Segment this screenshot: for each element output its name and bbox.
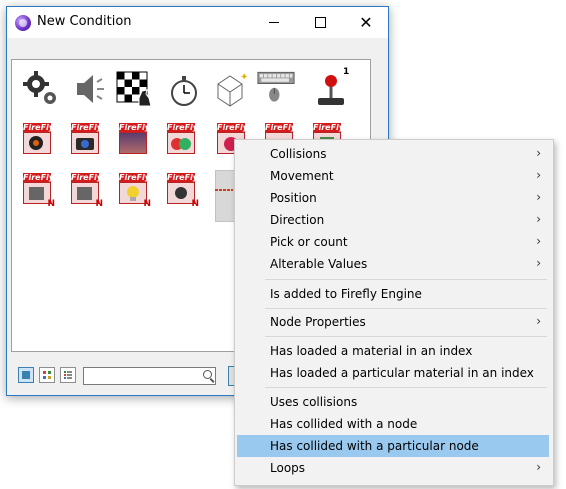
menu-item-loops[interactable]: Loops › (237, 457, 549, 479)
minimize-button[interactable] (251, 7, 297, 38)
cube-wand-icon[interactable]: ✦ (212, 70, 250, 108)
chevron-right-icon: › (536, 460, 541, 474)
menu-item-has-collided-with-node[interactable]: Has collided with a node (237, 413, 549, 435)
menu-item-position[interactable]: Position › (237, 187, 549, 209)
firefly-spheres-icon[interactable]: FireFly (167, 123, 195, 157)
window-title: New Condition (37, 14, 132, 29)
menu-separator (265, 336, 547, 337)
large-icons-icon (22, 371, 30, 379)
chevron-right-icon: › (536, 256, 541, 270)
joystick-player-badge: 1 (343, 67, 350, 77)
close-icon: ✕ (359, 12, 373, 32)
menu-item-direction[interactable]: Direction › (237, 209, 549, 231)
menu-item-pick-or-count[interactable]: Pick or count › (237, 231, 549, 253)
menu-item-movement[interactable]: Movement › (237, 165, 549, 187)
menu-item-uses-collisions[interactable]: Uses collisions (237, 391, 549, 413)
close-button[interactable]: ✕ (343, 7, 389, 38)
chevron-right-icon: › (536, 234, 541, 248)
minimize-icon (269, 22, 279, 23)
menu-item-has-loaded-particular-material[interactable]: Has loaded a particular material in an i… (237, 362, 549, 384)
chevron-right-icon: › (536, 168, 541, 182)
menu-item-collisions[interactable]: Collisions › (237, 143, 549, 165)
firefly-object-icon-1[interactable]: FireFly (23, 123, 51, 157)
menu-item-is-added-to-firefly-engine[interactable]: Is added to Firefly Engine (237, 283, 549, 305)
chevron-right-icon: › (536, 146, 541, 160)
app-icon (15, 15, 31, 31)
small-icons-view-button[interactable] (39, 367, 55, 383)
list-view-button[interactable] (60, 367, 76, 383)
small-icons-icon (43, 371, 51, 379)
firefly-sky-icon[interactable]: FireFly (119, 123, 147, 157)
firefly-particles-icon[interactable]: FireFly N (167, 173, 199, 209)
keyboard-mouse-icon[interactable] (257, 68, 295, 106)
chevron-right-icon: › (536, 212, 541, 226)
firefly-mesh-icon-2[interactable]: FireFly N (71, 173, 103, 209)
menu-item-has-loaded-material-in-index[interactable]: Has loaded a material in an index (237, 340, 549, 362)
chevron-right-icon: › (536, 190, 541, 204)
menu-item-has-collided-with-particular-node[interactable]: Has collided with a particular node (237, 435, 549, 457)
stopwatch-icon[interactable] (165, 72, 203, 110)
firefly-light-icon[interactable]: FireFly N (119, 173, 151, 209)
menu-separator (265, 308, 547, 309)
title-bar[interactable]: New Condition ✕ (7, 7, 388, 38)
menu-item-alterable-values[interactable]: Alterable Values › (237, 253, 549, 275)
speaker-icon[interactable] (69, 70, 107, 108)
search-icon[interactable] (203, 370, 212, 379)
list-view-icon (64, 371, 72, 379)
firefly-camera-icon[interactable]: FireFly (71, 123, 99, 157)
menu-separator (265, 387, 547, 388)
settings-gears-icon[interactable] (22, 70, 60, 108)
menu-separator (265, 279, 547, 280)
maximize-button[interactable] (297, 7, 343, 38)
svg-text:✦: ✦ (240, 72, 248, 83)
search-input[interactable] (83, 367, 216, 385)
chess-board-icon[interactable] (115, 70, 153, 108)
chevron-right-icon: › (536, 314, 541, 328)
partial-object-icon[interactable] (215, 187, 233, 193)
menu-item-node-properties[interactable]: Node Properties › (237, 311, 549, 333)
condition-context-menu: Collisions › Movement › Position › Directio… (234, 139, 554, 486)
large-icons-view-button[interactable] (18, 367, 34, 383)
firefly-mesh-icon[interactable]: FireFly N (23, 173, 55, 209)
maximize-icon (314, 17, 326, 28)
